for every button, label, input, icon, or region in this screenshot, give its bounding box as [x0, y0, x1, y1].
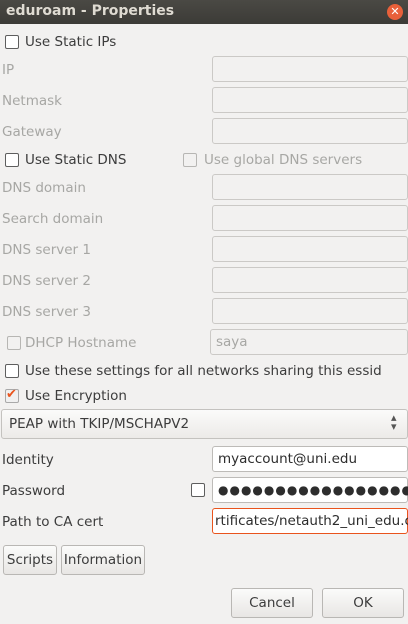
use-global-dns-label: Use global DNS servers — [204, 152, 363, 168]
use-static-dns-checkbox[interactable] — [5, 153, 19, 167]
use-static-ips-checkbox[interactable] — [5, 35, 19, 49]
identity-label: Identity — [2, 452, 54, 468]
dns-domain-label: DNS domain — [2, 180, 86, 196]
dns-server-1-input[interactable] — [212, 236, 408, 262]
cancel-button[interactable]: Cancel — [231, 588, 313, 618]
encryption-method-value: PEAP with TKIP/MSCHAPV2 — [9, 416, 190, 432]
password-value: ●●●●●●●●●●●●●●●●●● — [218, 483, 408, 497]
information-button[interactable]: Information — [61, 545, 145, 575]
dhcp-hostname-value: saya — [216, 334, 248, 350]
identity-input[interactable]: myaccount@uni.edu — [212, 446, 408, 472]
gateway-label: Gateway — [2, 124, 62, 140]
share-settings-checkbox[interactable] — [5, 364, 19, 378]
encryption-method-select[interactable]: PEAP with TKIP/MSCHAPV2 ▴ ▾ — [1, 409, 408, 439]
password-input[interactable]: ●●●●●●●●●●●●●●●●●● — [212, 477, 408, 503]
dns-server-2-label: DNS server 2 — [2, 273, 91, 289]
share-settings-label: Use these settings for all networks shar… — [25, 363, 382, 379]
ca-cert-label: Path to CA cert — [2, 514, 104, 530]
use-encryption-checkbox[interactable] — [5, 387, 19, 403]
show-password-checkbox[interactable] — [191, 483, 205, 497]
netmask-label: Netmask — [2, 93, 62, 109]
dns-domain-input[interactable] — [212, 174, 408, 200]
password-label: Password — [2, 483, 66, 499]
use-static-dns-label: Use Static DNS — [25, 152, 127, 168]
dhcp-hostname-input[interactable]: saya — [210, 329, 408, 355]
ip-input[interactable] — [212, 56, 408, 82]
dhcp-hostname-checkbox[interactable] — [7, 336, 21, 350]
use-static-ips-label: Use Static IPs — [25, 34, 117, 50]
ca-cert-value: rtificates/netauth2_uni_edu.ce — [215, 513, 408, 529]
search-domain-label: Search domain — [2, 211, 104, 227]
search-domain-input[interactable] — [212, 205, 408, 231]
close-icon[interactable]: ✕ — [387, 4, 403, 20]
use-encryption-label: Use Encryption — [25, 388, 127, 404]
scripts-button[interactable]: Scripts — [3, 545, 57, 575]
netmask-input[interactable] — [212, 87, 408, 113]
ca-cert-input[interactable]: rtificates/netauth2_uni_edu.ce — [212, 508, 408, 534]
identity-value: myaccount@uni.edu — [218, 451, 358, 467]
gateway-input[interactable] — [212, 118, 408, 144]
dns-server-3-label: DNS server 3 — [2, 304, 91, 320]
ip-label: IP — [2, 62, 15, 78]
dns-server-3-input[interactable] — [212, 298, 408, 324]
title-bar: eduroam - Properties ✕ — [0, 0, 408, 24]
dns-server-1-label: DNS server 1 — [2, 242, 91, 258]
use-global-dns-checkbox[interactable] — [183, 153, 197, 167]
ok-button[interactable]: OK — [322, 588, 404, 618]
dhcp-hostname-label: DHCP Hostname — [25, 335, 137, 351]
window-title: eduroam - Properties — [6, 3, 175, 19]
chevron-updown-icon: ▴ ▾ — [391, 411, 397, 433]
dns-server-2-input[interactable] — [212, 267, 408, 293]
